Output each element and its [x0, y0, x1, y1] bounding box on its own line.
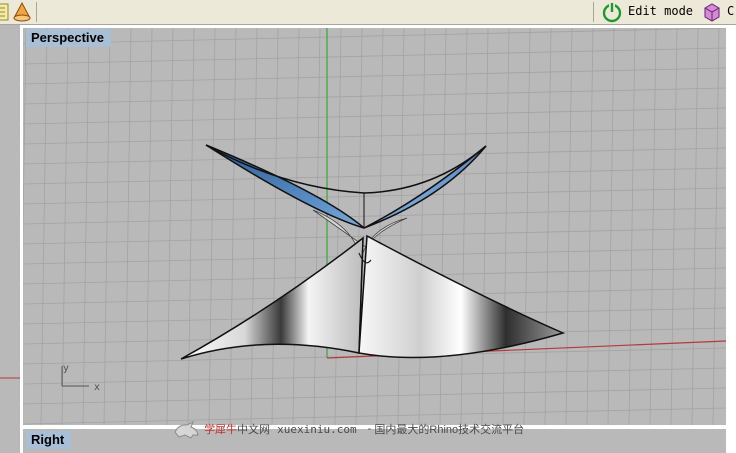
grid-line [23, 67, 726, 85]
grid-line [23, 47, 726, 65]
toolbar-separator [36, 2, 37, 22]
grid-line [523, 28, 531, 425]
grid-line [397, 28, 405, 425]
grid-line [103, 28, 111, 425]
grid-line [670, 28, 678, 425]
watermark-url: xuexiniu.com [277, 422, 357, 436]
grid-line [23, 87, 726, 105]
grid-line [23, 28, 726, 45]
cone-icon[interactable] [11, 1, 33, 23]
grid-line [292, 28, 300, 425]
grid-line [439, 28, 447, 425]
grid-line [23, 387, 726, 405]
power-icon[interactable] [601, 1, 623, 23]
perspective-viewport[interactable]: y x Perspective [23, 28, 726, 425]
grid-line [376, 28, 384, 425]
grid-line [166, 28, 174, 425]
grid-line [229, 28, 237, 425]
grid-line [502, 28, 510, 425]
watermark-slogan: 国内最大的Rhino技术交流平台 [374, 424, 525, 436]
grid-line [82, 28, 90, 425]
axis-gizmo: y x [61, 363, 100, 393]
axis-y-label: y [63, 363, 69, 374]
grid-line [250, 28, 258, 425]
watermark-brand: 学犀牛 [204, 424, 238, 436]
rhino-logo-icon [174, 420, 199, 439]
box-icon[interactable] [701, 1, 723, 23]
toolbar: Edit mode C [0, 0, 736, 25]
grid-line [460, 28, 468, 425]
viewport-title-perspective[interactable]: Perspective [26, 29, 111, 47]
grid-line [23, 147, 726, 165]
grid-line [145, 28, 153, 425]
grid-line [628, 28, 636, 425]
watermark-sub: 中文网 [237, 424, 271, 436]
grid-line [607, 28, 615, 425]
grid-line [649, 28, 657, 425]
watermark-dash: - [367, 423, 372, 435]
grid-line [313, 28, 321, 425]
toolbar-separator [593, 2, 594, 22]
grid-line [40, 28, 48, 425]
grid-line [23, 107, 726, 125]
grid-line [481, 28, 489, 425]
grid-line [23, 28, 27, 253]
grid-line [187, 28, 195, 425]
construction-grid [23, 28, 726, 425]
grid-line [565, 28, 573, 425]
left-viewport[interactable] [0, 28, 20, 453]
grid-line [418, 28, 426, 425]
watermark: 学犀牛中文网 xuexiniu.com - 国内最大的Rhino技术交流平台 [173, 418, 524, 442]
axis-x-label: x [94, 382, 100, 393]
viewport-frame [726, 25, 736, 453]
grid-line [691, 28, 699, 425]
grid-line [586, 28, 594, 425]
grid-line [544, 28, 552, 425]
grid-line [208, 28, 216, 425]
grid-line [23, 367, 726, 385]
grid-line [23, 127, 726, 145]
perspective-canvas[interactable]: y x [23, 28, 726, 425]
edit-mode-label[interactable]: Edit mode [628, 4, 693, 18]
grid-line [712, 28, 720, 425]
grid-line [271, 28, 279, 425]
grid-line [124, 28, 132, 425]
toolbar-truncated-label[interactable]: C [727, 4, 734, 18]
viewport-title-right[interactable]: Right [26, 431, 72, 449]
left-viewport-grid [0, 377, 20, 379]
